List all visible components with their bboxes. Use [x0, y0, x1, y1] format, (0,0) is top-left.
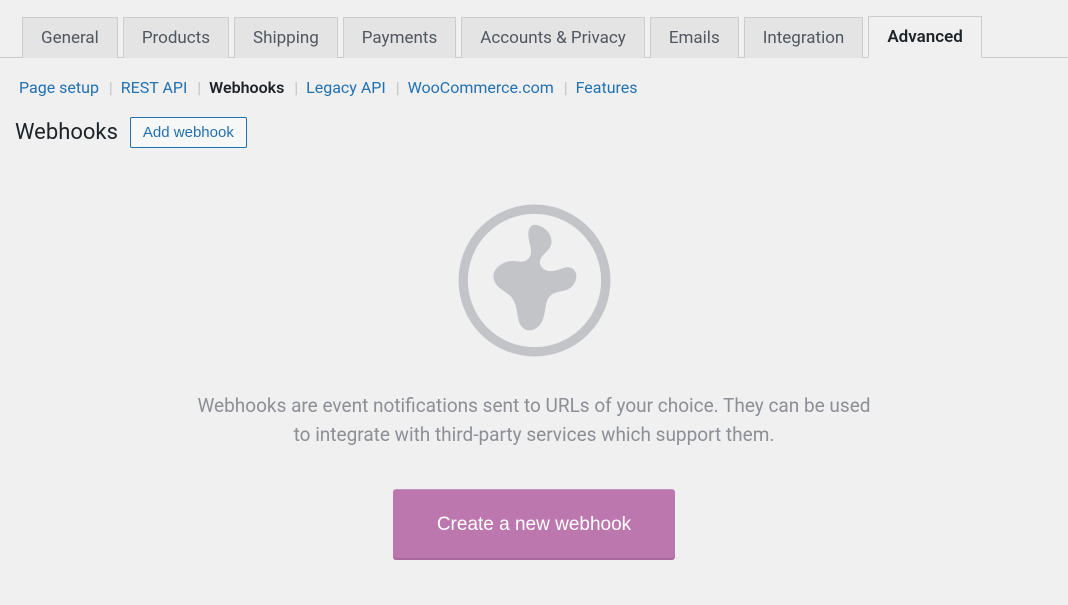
subtab-webhooks[interactable]: Webhooks [209, 78, 284, 97]
subtab-woocommerce-com[interactable]: WooCommerce.com [408, 78, 554, 97]
subtab-features[interactable]: Features [576, 78, 638, 97]
empty-state-description: Webhooks are event notifications sent to… [194, 392, 874, 449]
separator: | [564, 78, 568, 97]
settings-tabs: General Products Shipping Payments Accou… [0, 0, 1068, 58]
tab-products[interactable]: Products [123, 17, 229, 58]
tab-advanced[interactable]: Advanced [868, 16, 982, 58]
advanced-subtabs: Page setup | REST API | Webhooks | Legac… [0, 58, 1068, 97]
separator: | [396, 78, 400, 97]
separator: | [197, 78, 201, 97]
add-webhook-button[interactable]: Add webhook [130, 117, 247, 148]
page-title: Webhooks [15, 120, 118, 145]
tab-emails[interactable]: Emails [650, 17, 739, 58]
page-header: Webhooks Add webhook [0, 97, 1068, 148]
separator: | [294, 78, 298, 97]
empty-state: Webhooks are event notifications sent to… [0, 148, 1068, 560]
separator: | [109, 78, 113, 97]
tab-general[interactable]: General [22, 17, 118, 58]
tab-payments[interactable]: Payments [343, 17, 456, 58]
subtab-page-setup[interactable]: Page setup [19, 78, 99, 97]
create-webhook-button[interactable]: Create a new webhook [393, 489, 675, 560]
tab-integration[interactable]: Integration [744, 17, 864, 58]
globe-icon [457, 203, 612, 362]
tab-shipping[interactable]: Shipping [234, 17, 338, 58]
subtab-rest-api[interactable]: REST API [121, 78, 188, 97]
subtab-legacy-api[interactable]: Legacy API [306, 78, 386, 97]
tab-accounts-privacy[interactable]: Accounts & Privacy [461, 17, 645, 58]
